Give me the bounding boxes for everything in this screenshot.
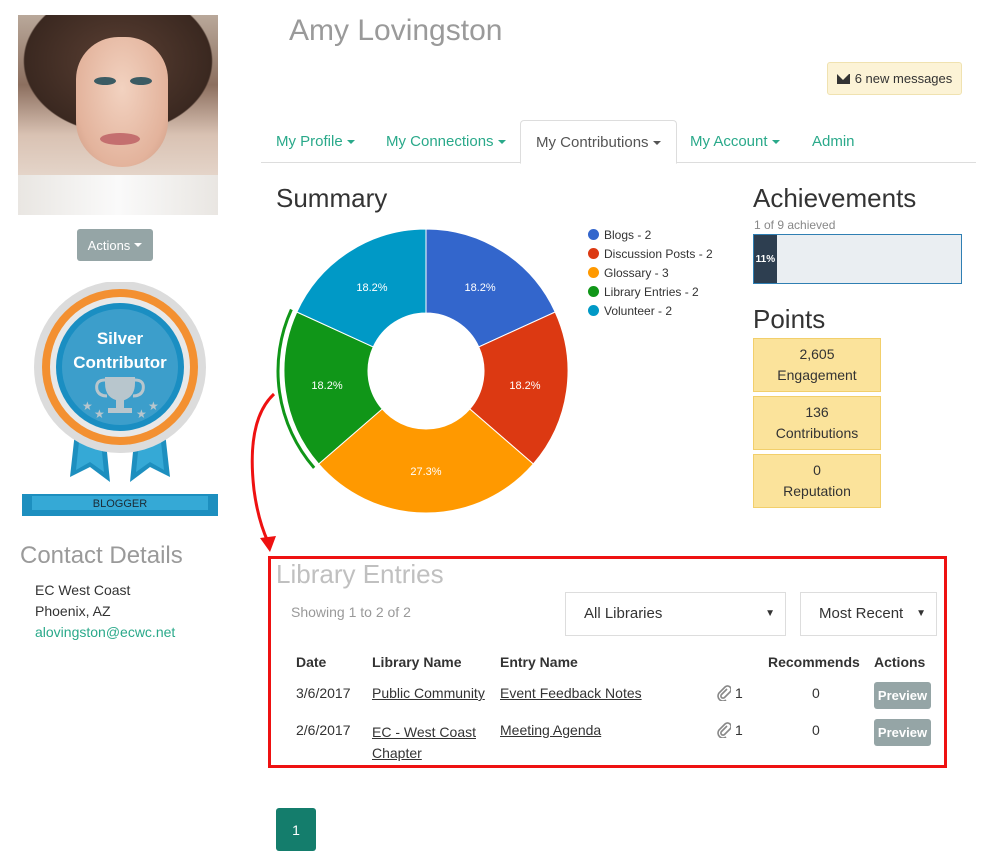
badge-line2: Contributor: [73, 353, 167, 372]
legend-swatch: [588, 286, 599, 297]
points-reputation: 0 Reputation: [753, 454, 881, 508]
donut-slice-label-1: 18.2%: [509, 380, 540, 392]
actions-button[interactable]: Actions: [77, 229, 153, 261]
points-engagement: 2,605 Engagement: [753, 338, 881, 392]
points-contributions: 136 Contributions: [753, 396, 881, 450]
legend-label: Glossary - 3: [604, 265, 669, 280]
legend-item-0[interactable]: Blogs - 2: [588, 225, 713, 244]
badge-line1: Silver: [97, 329, 144, 348]
svg-text:★: ★: [82, 399, 93, 413]
achievements-title: Achievements: [753, 183, 917, 213]
summary-title: Summary: [276, 183, 388, 213]
legend-label: Blogs - 2: [604, 227, 652, 242]
profile-photo: [18, 15, 218, 215]
col-recommends: Recommends: [768, 654, 860, 670]
donut-slice-label-4: 18.2%: [356, 282, 387, 294]
achievements-subtitle: 1 of 9 achieved: [754, 218, 836, 232]
legend-swatch: [588, 305, 599, 316]
row2-preview-button[interactable]: Preview: [874, 719, 931, 746]
actions-button-label: Actions: [87, 237, 131, 253]
contact-email-link[interactable]: alovingston@ecwc.net: [35, 624, 175, 640]
paperclip-icon: [717, 722, 731, 738]
legend-item-2[interactable]: Glossary - 3: [588, 263, 713, 282]
svg-text:★: ★: [136, 407, 147, 421]
legend-swatch: [588, 267, 599, 278]
row2-entry-link[interactable]: Meeting Agenda: [500, 722, 601, 738]
tab-my-contributions[interactable]: My Contributions: [520, 120, 677, 164]
sort-select[interactable]: Most Recent ▼: [800, 592, 937, 636]
badge-ribbon: BLOGGER: [93, 498, 147, 510]
caret-down-icon: [134, 243, 143, 247]
contact-org: EC West Coast: [35, 582, 131, 598]
legend-item-4[interactable]: Volunteer - 2: [588, 301, 713, 320]
row2-library-link[interactable]: EC - West Coast Chapter: [372, 722, 476, 764]
contact-details-title: Contact Details: [20, 542, 183, 569]
dropdown-arrow-icon: ▼: [916, 608, 926, 619]
paperclip-icon: [717, 685, 731, 701]
annotation-arrow: [250, 392, 276, 552]
row1-preview-button[interactable]: Preview: [874, 682, 931, 709]
library-entries-title: Library Entries: [276, 559, 444, 589]
legend-swatch: [588, 248, 599, 259]
achievements-progress-bar: 11%: [753, 234, 962, 284]
silver-contributor-badge: ★ ★ ★ ★ Silver Contributor BLOGGER: [20, 281, 220, 522]
points-title: Points: [753, 304, 826, 334]
col-actions: Actions: [874, 654, 926, 670]
row2-recommends: 0: [812, 722, 820, 738]
profile-name: Amy Lovingston: [289, 14, 503, 47]
tab-my-account[interactable]: My Account: [675, 120, 795, 163]
legend-item-1[interactable]: Discussion Posts - 2: [588, 244, 713, 263]
tab-my-profile[interactable]: My Profile: [261, 120, 370, 163]
row2-attachments[interactable]: 1: [717, 722, 743, 738]
legend-label: Discussion Posts - 2: [604, 246, 713, 261]
row2-date: 2/6/2017: [296, 722, 351, 738]
legend-label: Volunteer - 2: [604, 303, 673, 318]
pagination-page-1[interactable]: 1: [276, 808, 316, 851]
tab-admin[interactable]: Admin: [797, 120, 870, 163]
contributions-donut-chart: 18.2% 18.2% 27.3% 18.2% 18.2%: [276, 228, 569, 514]
legend-label: Library Entries - 2: [604, 284, 699, 299]
donut-slice-label-0: 18.2%: [464, 282, 495, 294]
row1-entry-link[interactable]: Event Feedback Notes: [500, 685, 642, 701]
legend-swatch: [588, 229, 599, 240]
messages-label: 6 new messages: [854, 71, 953, 86]
row1-attachments[interactable]: 1: [717, 685, 743, 701]
tab-my-connections[interactable]: My Connections: [371, 120, 521, 163]
donut-slice-label-3: 18.2%: [311, 380, 342, 392]
achievements-progress-fill: 11%: [754, 235, 777, 283]
profile-tabs: My Profile My Connections My Contributio…: [261, 120, 976, 164]
svg-text:★: ★: [94, 407, 105, 421]
showing-count: Showing 1 to 2 of 2: [291, 604, 411, 620]
contact-location: Phoenix, AZ: [35, 603, 111, 619]
chart-legend: Blogs - 2 Discussion Posts - 2 Glossary - …: [588, 225, 713, 320]
row1-library-link[interactable]: Public Community: [372, 685, 485, 701]
svg-text:★: ★: [148, 399, 159, 413]
messages-button[interactable]: 6 new messages: [827, 62, 962, 95]
col-library-name: Library Name: [372, 654, 462, 670]
row1-recommends: 0: [812, 685, 820, 701]
col-date: Date: [296, 654, 327, 670]
dropdown-arrow-icon: ▼: [765, 608, 775, 619]
legend-item-3[interactable]: Library Entries - 2: [588, 282, 713, 301]
row1-date: 3/6/2017: [296, 685, 351, 701]
envelope-icon: [836, 73, 850, 84]
donut-slice-label-2: 27.3%: [410, 466, 441, 478]
col-entry-name: Entry Name: [500, 654, 578, 670]
library-filter-select[interactable]: All Libraries ▼: [565, 592, 786, 636]
